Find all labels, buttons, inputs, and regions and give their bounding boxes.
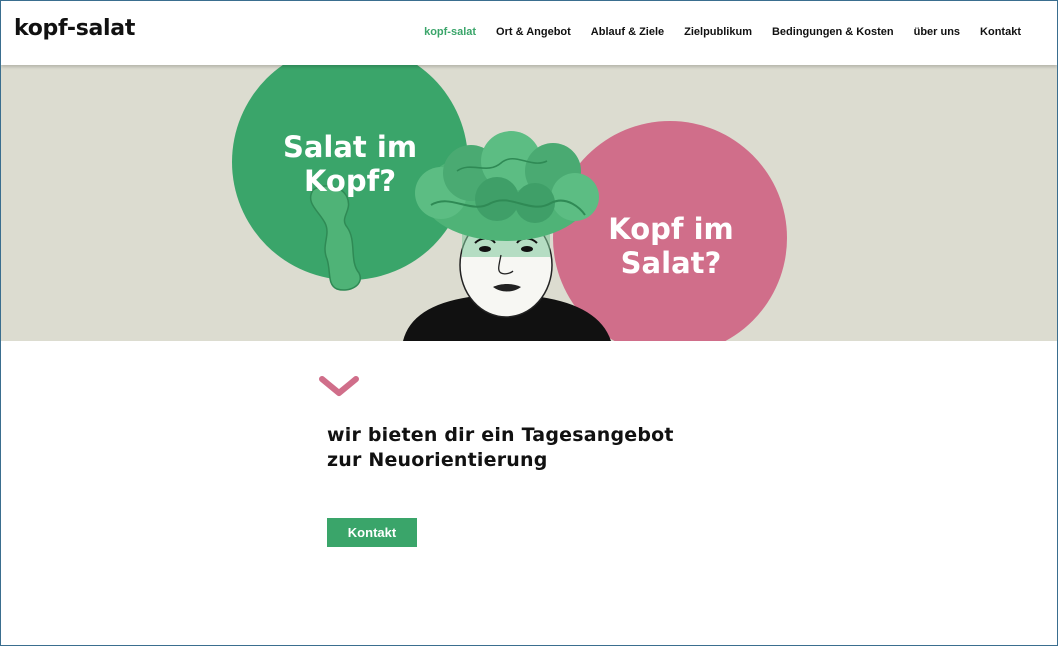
site-logo[interactable]: kopf-salat	[14, 16, 135, 41]
nav-item-ueber-uns[interactable]: über uns	[914, 26, 960, 38]
nav-item-ort-angebot[interactable]: Ort & Angebot	[496, 26, 571, 38]
nav-item-kontakt[interactable]: Kontakt	[980, 26, 1021, 38]
kontakt-button[interactable]: Kontakt	[327, 518, 417, 547]
pink-circle-line2: Salat?	[621, 246, 722, 280]
headline-line2: zur Neuorientierung	[327, 449, 548, 471]
intro-headline: wir bieten dir ein Tagesangebot zur Neuo…	[327, 423, 674, 473]
left-eye	[479, 246, 491, 252]
nav-item-kopf-salat[interactable]: kopf-salat	[424, 26, 476, 38]
green-circle-line1: Salat im	[283, 130, 417, 164]
nav-item-bedingungen-kosten[interactable]: Bedingungen & Kosten	[772, 26, 894, 38]
headline-line1: wir bieten dir ein Tagesangebot	[327, 424, 674, 446]
site-header: kopf-salat kopf-salat Ort & Angebot Abla…	[1, 1, 1057, 65]
right-eye	[521, 246, 533, 252]
green-circle-line2: Kopf?	[304, 164, 396, 198]
main-nav: kopf-salat Ort & Angebot Ablauf & Ziele …	[404, 26, 1021, 38]
browser-frame: kopf-salat kopf-salat Ort & Angebot Abla…	[0, 0, 1058, 646]
chevron-down-icon[interactable]	[319, 374, 359, 398]
hero-banner: Salat im Kopf? Kopf im Salat?	[1, 65, 1057, 341]
hero-illustration: Salat im Kopf? Kopf im Salat?	[232, 65, 787, 341]
nav-item-zielpublikum[interactable]: Zielpublikum	[684, 26, 752, 38]
pink-circle-line1: Kopf im	[608, 212, 734, 246]
nav-item-ablauf-ziele[interactable]: Ablauf & Ziele	[591, 26, 664, 38]
